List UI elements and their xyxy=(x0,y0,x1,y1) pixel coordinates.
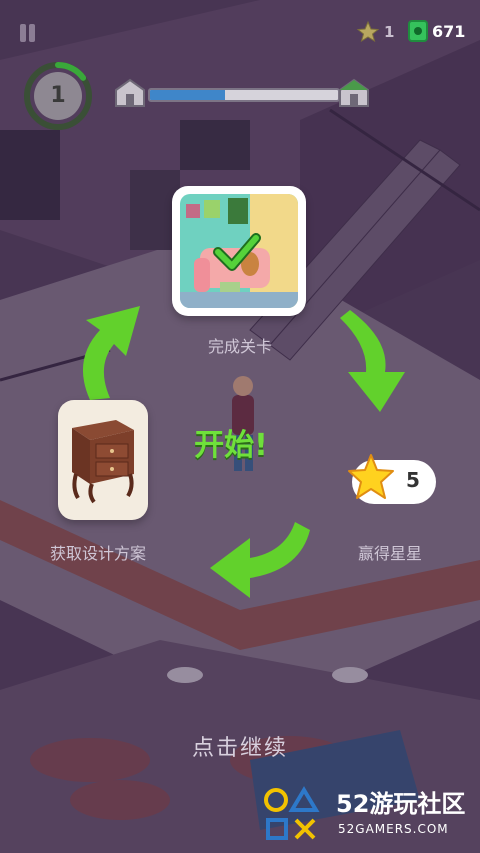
arrow-to-stars xyxy=(340,310,405,412)
watermark-brand-cn: 游玩社区 xyxy=(369,790,466,818)
checkmark-icon xyxy=(213,233,261,271)
watermark-brand-num: 52 xyxy=(336,790,370,818)
tap-to-continue[interactable]: 点击继续 xyxy=(160,730,320,762)
watermark-site: 52GAMERS.COM xyxy=(338,822,449,836)
step-stars-label: 赢得星星 xyxy=(357,544,422,563)
arrow-to-design xyxy=(210,522,310,598)
step-complete-label: 完成关卡 xyxy=(207,337,272,356)
star-icon xyxy=(348,454,394,499)
nightstand-icon xyxy=(72,420,134,504)
stars-earned-count: 5 xyxy=(406,468,420,492)
site-watermark: 52游玩社区 52GAMERS.COM xyxy=(262,780,480,850)
step-design-label: 获取设计方案 xyxy=(49,544,146,563)
arrow-to-complete xyxy=(82,306,140,400)
complete-level-card xyxy=(172,186,306,316)
start-label: 开始! xyxy=(194,428,268,463)
watermark-brand: 52游玩社区 xyxy=(336,784,465,819)
gamepad-symbols-logo xyxy=(264,786,320,840)
design-plan-card xyxy=(58,400,148,520)
